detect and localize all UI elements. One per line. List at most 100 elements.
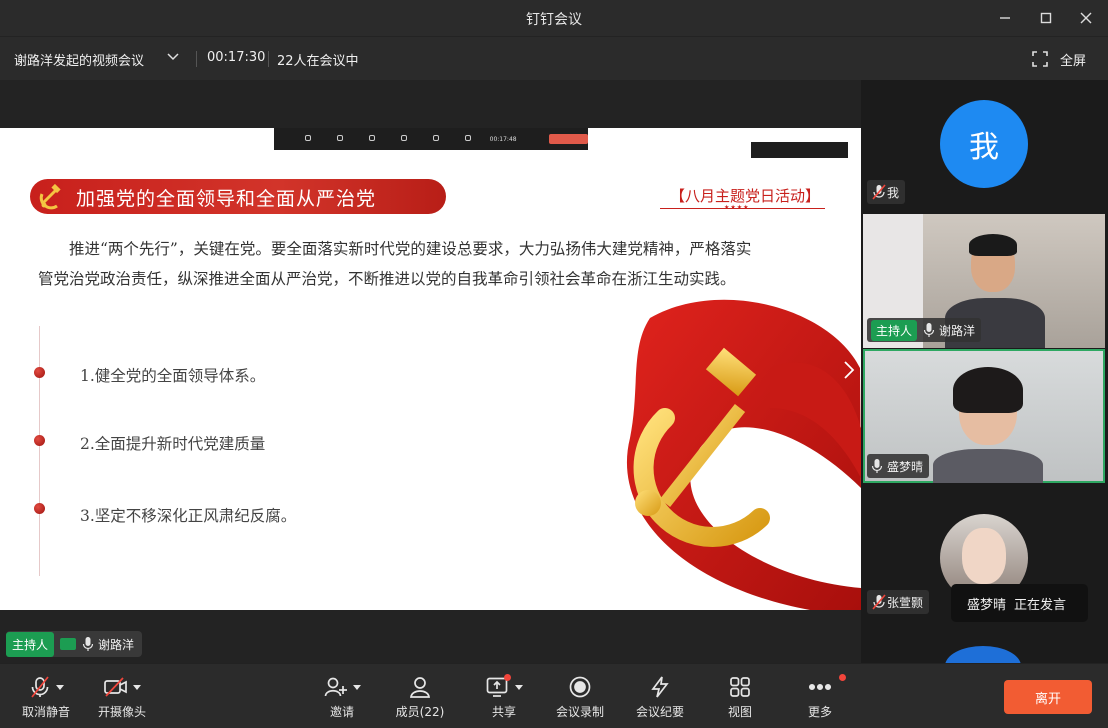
chevron-down-icon[interactable] <box>514 684 523 690</box>
mini-stop-share-button <box>548 134 589 144</box>
avatar <box>962 528 1006 584</box>
participant-count[interactable]: 22人在会议中 <box>277 50 359 69</box>
host-tag: 主持人 <box>6 631 55 657</box>
microphone-muted-icon <box>872 594 886 610</box>
participant-tile-me[interactable]: 我 我 <box>863 80 1105 214</box>
record-icon <box>569 676 591 698</box>
bullet-dot <box>34 435 45 446</box>
divider <box>268 51 269 67</box>
participant-name: 盛梦晴 <box>887 459 924 474</box>
speaking-indicator: 盛梦晴 正在发言 <box>951 584 1088 622</box>
minimize-button[interactable] <box>993 6 1017 30</box>
more-button[interactable]: 更多 <box>796 664 846 728</box>
window-title: 钉钉会议 <box>526 12 582 28</box>
meeting-duration: 00:17:30 <box>207 50 266 65</box>
slide-heading: 加强党的全面领导和全面从严治党 <box>30 179 446 214</box>
participant-name-chip: 我 <box>867 180 906 204</box>
close-icon <box>1080 12 1092 24</box>
slide-paragraph: 推进“两个先行”，关键在党。要全面落实新时代党的建设总要求，大力弘扬伟大建党精神… <box>38 234 758 294</box>
host-tag: 主持人 <box>871 319 918 341</box>
meeting-info-bar: 谢路洋发起的视频会议 00:17:30 22人在会议中 全屏 <box>0 36 1108 80</box>
view-label: 视图 <box>727 705 752 719</box>
mini-mic-icon <box>292 135 324 143</box>
add-user-icon <box>324 677 347 697</box>
mini-share-icon <box>452 135 484 143</box>
invite-button[interactable]: 邀请 <box>318 664 366 728</box>
grid-view-icon <box>730 677 750 697</box>
fullscreen-icon[interactable] <box>1032 51 1048 67</box>
mini-duration: 00:17:48 <box>489 135 517 143</box>
participant-name-chip: 主持人 谢路洋 <box>867 318 982 342</box>
divider <box>196 51 197 67</box>
chevron-down-icon[interactable] <box>166 52 180 62</box>
participant-video <box>969 234 1017 256</box>
maximize-button[interactable] <box>1034 6 1058 30</box>
participants-panel: 我 我 主持人 谢路洋 盛梦晴 张萱颢 <box>861 80 1108 686</box>
fullscreen-button[interactable]: 全屏 <box>1060 50 1086 69</box>
mini-camera-icon <box>324 135 356 143</box>
minutes-label: 会议纪要 <box>635 705 684 719</box>
members-label: 成员(22) <box>395 705 445 719</box>
bullet-dot <box>34 367 45 378</box>
share-button[interactable]: 共享 <box>480 664 528 728</box>
slide-heading-text: 加强党的全面领导和全面从严治党 <box>76 188 377 210</box>
participant-tile-speaking[interactable]: 盛梦晴 <box>863 349 1105 483</box>
mini-record-icon <box>420 135 452 143</box>
minutes-button[interactable]: 会议纪要 <box>632 664 688 728</box>
chevron-down-icon[interactable] <box>132 684 141 690</box>
notification-dot <box>503 674 511 681</box>
chevron-down-icon[interactable] <box>352 684 361 690</box>
microphone-icon <box>923 323 935 337</box>
maximize-icon <box>1040 12 1052 24</box>
slide-item-1: 1.健全党的全面领导体系。 <box>80 367 266 385</box>
speaker-name: 盛梦晴 <box>967 597 1007 613</box>
close-button[interactable] <box>1074 6 1098 30</box>
slide-item-3: 3.坚定不移深化正风肃纪反腐。 <box>80 507 297 525</box>
mini-members-icon <box>388 135 420 143</box>
activity-underline <box>660 208 825 209</box>
shared-mini-toolbar: 00:17:48 <box>274 128 589 150</box>
camera-off-icon <box>103 677 127 697</box>
slide-paragraph-text: 推进“两个先行”，关键在党。要全面落实新时代党的建设总要求，大力弘扬伟大建党精神… <box>38 240 752 288</box>
timeline-line <box>39 326 40 576</box>
leave-button[interactable]: 离开 <box>1004 680 1092 714</box>
meeting-toolbar: 取消静音 开摄像头 邀请 成员(22) 共享 会议录制 会议纪要 视图 更多 离… <box>0 663 1108 728</box>
view-button[interactable]: 视图 <box>716 664 764 728</box>
party-ribbon-artwork <box>626 299 861 610</box>
share-label: 共享 <box>491 705 516 719</box>
lightning-icon <box>651 676 669 698</box>
title-bar: 钉钉会议 <box>0 0 1108 36</box>
activity-label: 【八月主题党日活动】 <box>670 187 821 205</box>
members-button[interactable]: 成员(22) <box>392 664 448 728</box>
microphone-icon <box>82 637 94 651</box>
next-page-icon[interactable] <box>843 360 855 380</box>
mini-view-selector <box>751 142 848 158</box>
notification-dot <box>839 674 846 681</box>
participant-name-chip: 张萱颢 <box>867 590 930 614</box>
participant-tile-host[interactable]: 主持人 谢路洋 <box>863 214 1105 348</box>
more-icon <box>808 683 832 691</box>
unmute-button[interactable]: 取消静音 <box>14 664 78 728</box>
record-label: 会议录制 <box>555 705 604 719</box>
shared-slide: 00:17:48 加强党的全面领导和全面从严治党 【八月主题党日活动】 ★★★★… <box>0 128 861 610</box>
camera-button[interactable]: 开摄像头 <box>90 664 154 728</box>
slide-item-2: 2.全面提升新时代党建质量 <box>80 435 266 453</box>
participant-name-chip: 盛梦晴 <box>867 454 930 478</box>
bullet-dot <box>34 503 45 514</box>
microphone-icon <box>871 459 883 473</box>
record-button[interactable]: 会议录制 <box>552 664 608 728</box>
meeting-name[interactable]: 谢路洋发起的视频会议 <box>14 50 144 69</box>
mini-mute-all-icon <box>356 135 388 143</box>
screen-share-icon <box>60 638 77 650</box>
minimize-icon <box>1000 17 1010 19</box>
party-emblem-icon <box>39 184 61 210</box>
participant-name: 谢路洋 <box>939 323 976 338</box>
participant-name: 我 <box>887 185 900 200</box>
avatar: 我 <box>940 100 1028 188</box>
chevron-down-icon[interactable] <box>55 684 64 690</box>
microphone-muted-icon <box>30 676 49 698</box>
speaking-status: 正在发言 <box>1014 597 1067 613</box>
participant-name: 张萱颢 <box>887 595 924 610</box>
invite-label: 邀请 <box>329 705 354 719</box>
host-name: 谢路洋 <box>98 637 135 652</box>
